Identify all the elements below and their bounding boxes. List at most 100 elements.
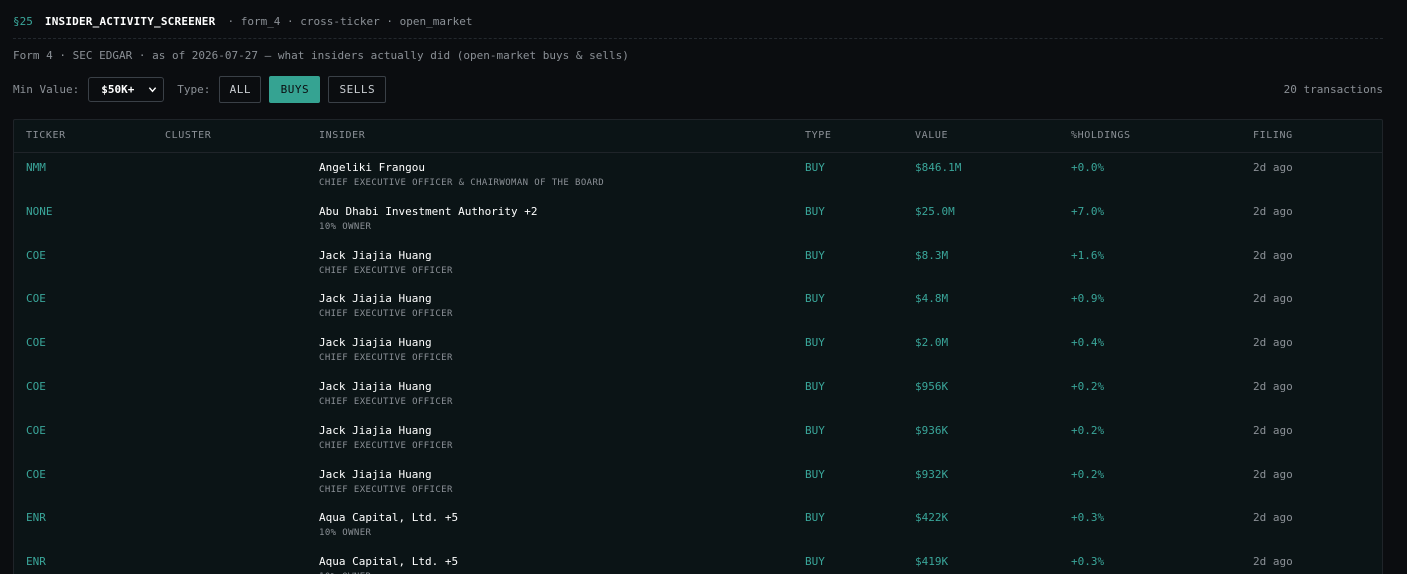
holdings-cell: +0.4% — [1071, 336, 1105, 350]
insider-name: Jack Jiajia Huang — [319, 423, 432, 437]
filing-cell: 2d ago — [1253, 467, 1293, 481]
column-header-type[interactable]: TYPE — [805, 130, 831, 141]
type-sells-button[interactable]: SELLS — [328, 76, 387, 103]
insider-name: Jack Jiajia Huang — [319, 379, 432, 393]
holdings-cell: +0.3% — [1071, 555, 1105, 569]
panel-title: INSIDER_ACTIVITY_SCREENER — [44, 15, 216, 28]
insider-name: Jack Jiajia Huang — [319, 336, 432, 350]
type-cell: BUY — [805, 336, 825, 350]
min-value-label: Min Value: — [13, 83, 80, 96]
insider-name: Aqua Capital, Ltd. +5 — [319, 555, 459, 569]
type-cell: BUY — [805, 204, 825, 218]
type-all-button[interactable]: ALL — [219, 76, 262, 103]
insider-name: Aqua Capital, Ltd. +5 — [319, 511, 459, 525]
insider-role: CHIEF EXECUTIVE OFFICER — [319, 484, 453, 495]
insider-cell: Jack Jiajia Huang CHIEF EXECUTIVE OFFICER — [319, 292, 453, 320]
transactions-table: TICKER CLUSTER INSIDER TYPE VALUE %HOLDI… — [13, 119, 1383, 574]
column-header-ticker[interactable]: TICKER — [26, 130, 66, 141]
table-row[interactable]: COE Jack Jiajia Huang CHIEF EXECUTIVE OFFI… — [14, 460, 1382, 504]
table-row[interactable]: NMM Angeliki Frangou CHIEF EXECUTIVE OFFIC… — [14, 153, 1382, 197]
type-cell: BUY — [805, 511, 825, 525]
chevron-down-icon — [149, 87, 157, 93]
insider-cell: Jack Jiajia Huang CHIEF EXECUTIVE OFFICER — [319, 424, 453, 452]
column-header-holdings[interactable]: %HOLDINGS — [1071, 130, 1131, 141]
column-header-value[interactable]: VALUE — [915, 130, 948, 141]
holdings-cell: +0.2% — [1071, 379, 1105, 393]
min-value-select[interactable]: $50K+ — [88, 77, 165, 102]
ticker-cell[interactable]: COE — [26, 249, 46, 263]
insider-role: CHIEF EXECUTIVE OFFICER — [319, 440, 453, 451]
panel-subtitle: Form 4 · SEC EDGAR · as of 2026-07-27 — … — [13, 49, 629, 62]
ticker-cell[interactable]: COE — [26, 380, 46, 394]
ticker-cell[interactable]: COE — [26, 468, 46, 482]
table-row[interactable]: NONE Abu Dhabi Investment Authority +2 10%… — [14, 197, 1382, 241]
transaction-count: 20 transactions — [1283, 83, 1383, 96]
column-header-filing[interactable]: FILING — [1253, 130, 1293, 141]
type-cell: BUY — [805, 292, 825, 306]
section-number: §25 — [13, 15, 33, 28]
ticker-cell[interactable]: NMM — [26, 161, 46, 175]
insider-cell: Jack Jiajia Huang CHIEF EXECUTIVE OFFICER — [319, 380, 453, 408]
ticker-cell[interactable]: ENR — [26, 555, 46, 569]
min-value-selected: $50K+ — [101, 83, 135, 96]
table-row[interactable]: COE Jack Jiajia Huang CHIEF EXECUTIVE OFFI… — [14, 328, 1382, 372]
filing-cell: 2d ago — [1253, 555, 1293, 569]
insider-role: CHIEF EXECUTIVE OFFICER & CHAIRWOMAN OF … — [319, 178, 605, 188]
type-label: Type: — [177, 83, 211, 96]
column-header-cluster[interactable]: CLUSTER — [165, 130, 211, 141]
ticker-cell[interactable]: NONE — [26, 205, 53, 219]
insider-name: Abu Dhabi Investment Authority +2 — [319, 204, 538, 218]
type-cell: BUY — [805, 467, 825, 481]
ticker-cell[interactable]: ENR — [26, 511, 46, 525]
table-row[interactable]: COE Jack Jiajia Huang CHIEF EXECUTIVE OFFI… — [14, 241, 1382, 285]
insider-cell: Jack Jiajia Huang CHIEF EXECUTIVE OFFICER — [319, 336, 453, 364]
filter-bar: Min Value: $50K+ Type: ALL BUYS SELLS 20… — [13, 76, 1383, 103]
value-cell: $422K — [915, 511, 949, 525]
filing-cell: 2d ago — [1253, 511, 1293, 525]
insider-cell: Jack Jiajia Huang CHIEF EXECUTIVE OFFICER — [319, 468, 453, 496]
insider-role: 10% OWNER — [319, 221, 372, 232]
insider-role: CHIEF EXECUTIVE OFFICER — [319, 353, 453, 364]
type-cell: BUY — [805, 423, 825, 437]
insider-name: Jack Jiajia Huang — [319, 292, 432, 306]
value-cell: $932K — [915, 467, 949, 481]
ticker-cell[interactable]: COE — [26, 292, 46, 306]
holdings-cell: +0.3% — [1071, 511, 1105, 525]
insider-role: CHIEF EXECUTIVE OFFICER — [319, 396, 453, 407]
table-row[interactable]: COE Jack Jiajia Huang CHIEF EXECUTIVE OFFI… — [14, 416, 1382, 460]
insider-name: Jack Jiajia Huang — [319, 248, 432, 262]
filing-cell: 2d ago — [1253, 248, 1293, 262]
insider-role: CHIEF EXECUTIVE OFFICER — [319, 309, 453, 320]
value-cell: $936K — [915, 423, 949, 437]
value-cell: $25.0M — [915, 204, 955, 218]
table-row[interactable]: ENR Aqua Capital, Ltd. +5 10% OWNER BUY $422… — [14, 503, 1382, 547]
table-row[interactable]: ENR Aqua Capital, Ltd. +510% OWNER BUY $419… — [14, 547, 1382, 574]
panel-header: §25 INSIDER_ACTIVITY_SCREENER · form_4 ·… — [13, 14, 1383, 39]
value-cell: $2.0M — [915, 336, 949, 350]
filing-cell: 2d ago — [1253, 204, 1293, 218]
insider-cell: Angeliki Frangou CHIEF EXECUTIVE OFFICER … — [319, 161, 604, 189]
type-cell: BUY — [805, 161, 825, 174]
column-header-insider[interactable]: INSIDER — [319, 130, 365, 141]
holdings-cell: +1.6% — [1071, 248, 1105, 262]
screener-panel: §25 INSIDER_ACTIVITY_SCREENER · form_4 ·… — [0, 0, 1407, 574]
value-cell: $8.3M — [915, 248, 949, 262]
insider-name: Angeliki Frangou — [319, 161, 425, 174]
value-cell: $419K — [915, 555, 949, 569]
table-row[interactable]: COE Jack Jiajia Huang CHIEF EXECUTIVE OFFI… — [14, 372, 1382, 416]
holdings-cell: +7.0% — [1071, 204, 1105, 218]
ticker-cell[interactable]: COE — [26, 336, 46, 350]
ticker-cell[interactable]: COE — [26, 424, 46, 438]
filing-cell: 2d ago — [1253, 336, 1293, 350]
type-buys-button[interactable]: BUYS — [269, 76, 321, 103]
type-cell: BUY — [805, 379, 825, 393]
holdings-cell: +0.0% — [1071, 161, 1105, 174]
panel-meta: · form_4 · cross-ticker · open_market — [227, 15, 473, 28]
value-cell: $846.1M — [915, 161, 962, 174]
insider-name: Jack Jiajia Huang — [319, 467, 432, 481]
table-row[interactable]: COE Jack Jiajia Huang CHIEF EXECUTIVE OFFI… — [14, 284, 1382, 328]
insider-cell: Aqua Capital, Ltd. +510% OWNER — [319, 511, 458, 539]
value-cell: $4.8M — [915, 292, 949, 306]
insider-cell: Aqua Capital, Ltd. +510% OWNER — [319, 555, 458, 574]
holdings-cell: +0.2% — [1071, 467, 1105, 481]
